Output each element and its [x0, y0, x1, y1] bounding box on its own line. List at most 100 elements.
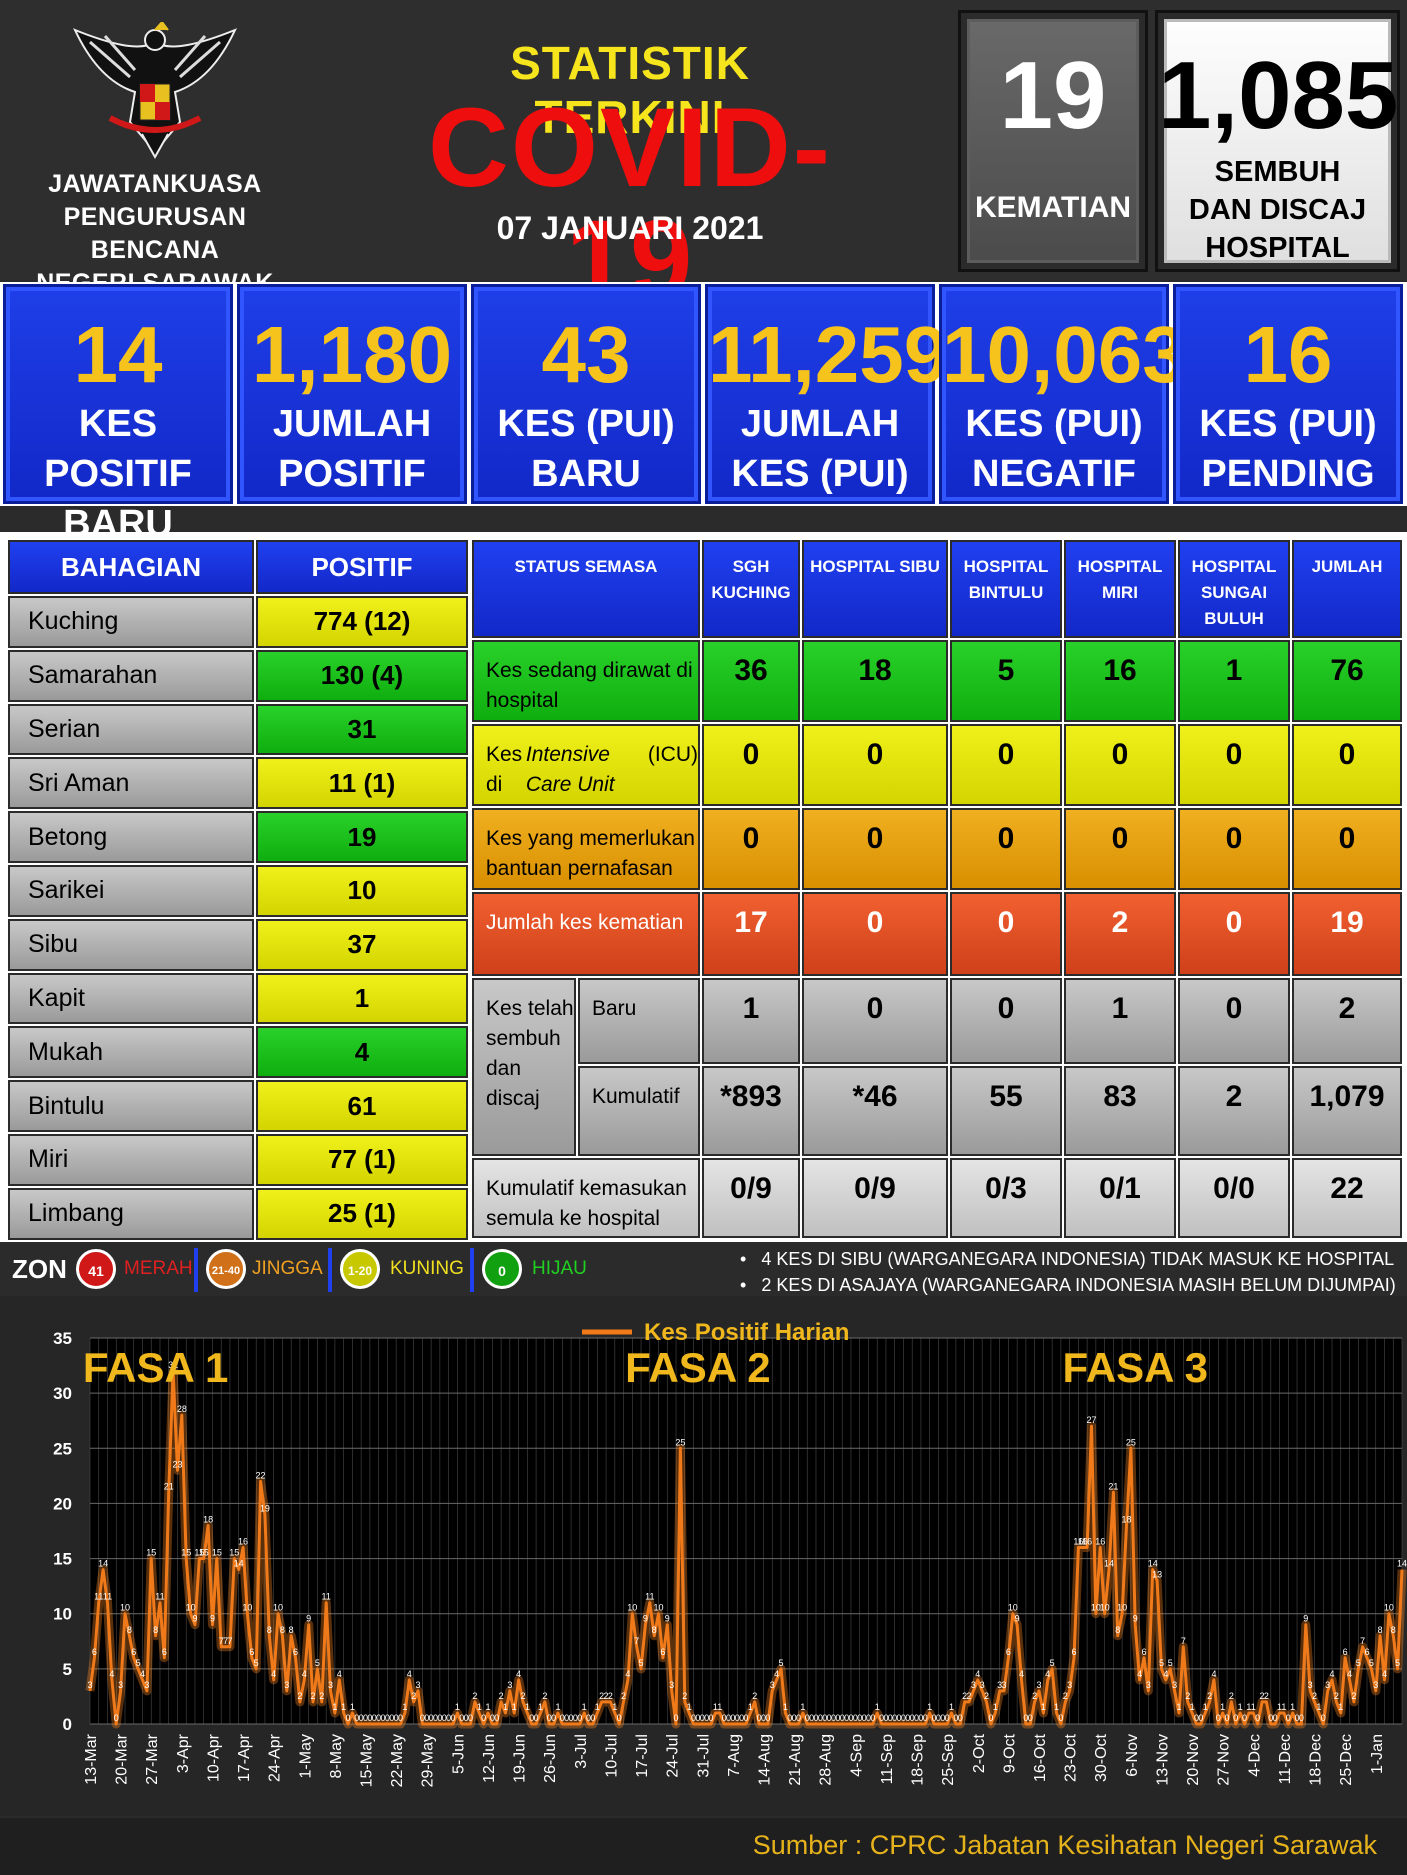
point-label: 14 [234, 1559, 244, 1569]
point-label: 0 [1225, 1713, 1230, 1723]
x-tick-label: 13-Nov [1154, 1734, 1171, 1786]
point-label: 1 [800, 1702, 805, 1712]
status-value-vent: 0 [1064, 808, 1176, 890]
point-label: 1 [555, 1702, 560, 1712]
point-label: 4 [1019, 1669, 1024, 1679]
point-label: 4 [625, 1669, 630, 1679]
point-label: 1 [525, 1702, 530, 1712]
zone-separator [470, 1248, 474, 1292]
deaths-box: 19 KEMATIAN [958, 10, 1148, 272]
status-value-new: 0 [802, 978, 948, 1064]
point-label: 0 [958, 1713, 963, 1723]
point-label: 0 [1299, 1713, 1304, 1723]
x-tick-label: 1-Jan [1369, 1734, 1386, 1774]
row-label-icu: Kes di Intensive Care Unit (ICU) [472, 724, 700, 806]
recovered-label: SEMBUH DAN DISCAJ HOSPITAL [1158, 153, 1397, 267]
point-label: 0 [923, 1713, 928, 1723]
zone-label: ZON [12, 1254, 67, 1284]
point-label: 1 [687, 1702, 692, 1712]
point-label: 1 [1220, 1702, 1225, 1712]
point-label: 15 [199, 1548, 209, 1558]
deaths-value: 19 [999, 42, 1107, 149]
stat-pending-pui: 16 KES (PUI) PENDING [1173, 284, 1403, 504]
status-value-cum: 83 [1064, 1066, 1176, 1156]
x-tick-label: 17-Jul [634, 1734, 651, 1778]
point-label: 8 [1391, 1625, 1396, 1635]
point-label: 0 [1233, 1713, 1238, 1723]
point-label: 7 [634, 1636, 639, 1646]
point-label: 4 [1045, 1669, 1050, 1679]
point-label: 6 [293, 1647, 298, 1657]
zone-orange-label: JINGGA [252, 1258, 323, 1279]
point-label: 0 [1242, 1713, 1247, 1723]
point-label: 10 [654, 1603, 664, 1613]
x-tick-label: 14-Aug [756, 1734, 773, 1786]
status-value-new: 0 [950, 978, 1062, 1064]
division-positive-value: 31 [256, 703, 468, 756]
point-label: 10 [242, 1603, 252, 1613]
point-label: 0 [494, 1713, 499, 1723]
point-label: 5 [1050, 1658, 1055, 1668]
point-label: 2 [297, 1691, 302, 1701]
row-label-new: Baru [578, 978, 700, 1064]
stat-label-line: JUMLAH [272, 403, 432, 445]
point-label: 18 [203, 1514, 213, 1524]
point-label: 2 [621, 1691, 626, 1701]
row-label-deaths: Jumlah kes kematian [472, 892, 700, 976]
point-label: 2 [1351, 1691, 1356, 1701]
point-label: 4 [109, 1669, 114, 1679]
point-label: 10 [120, 1603, 130, 1613]
x-tick-label: 4-Dec [1246, 1734, 1263, 1777]
division-positive-value: 10 [256, 865, 468, 917]
x-tick-label: 18-Sep [910, 1734, 927, 1786]
point-label: 1 [538, 1702, 543, 1712]
point-label: 0 [481, 1713, 486, 1723]
point-label: 15 [229, 1548, 239, 1558]
point-label: 3 [118, 1680, 123, 1690]
point-label: 1 [1316, 1702, 1321, 1712]
status-value-readmit: 0/9 [802, 1158, 948, 1238]
point-label: 4 [1330, 1669, 1335, 1679]
point-label: 5 [1369, 1658, 1374, 1668]
positive-header: POSITIF [256, 540, 468, 594]
total-header: JUMLAH [1292, 540, 1402, 638]
point-label: 5 [136, 1658, 141, 1668]
point-label: 0 [346, 1713, 351, 1723]
point-label: 6 [162, 1647, 167, 1657]
point-label: 1 [332, 1702, 337, 1712]
stat-label-line: POSITIF [278, 453, 426, 495]
division-positive-value: 37 [256, 918, 468, 971]
status-value-cum: 1,079 [1292, 1066, 1402, 1156]
icu-suffix: (ICU) [647, 743, 698, 766]
point-label: 9 [665, 1614, 670, 1624]
point-label: 0 [114, 1713, 119, 1723]
point-label: 8 [267, 1625, 272, 1635]
org-line: JAWATANKUASA [48, 170, 262, 198]
note-item: • 4 KES DI SIBU (WARGANEGARA INDONESIA) … [740, 1249, 1395, 1269]
point-label: 3 [1325, 1680, 1330, 1690]
x-tick-label: 18-Dec [1308, 1734, 1325, 1786]
point-label: 7 [1181, 1636, 1186, 1646]
point-label: 0 [534, 1713, 539, 1723]
hospital-sungai-buluh-header: HOSPITAL SUNGAI BULUH [1178, 540, 1290, 638]
status-value-treated: 36 [702, 640, 800, 722]
sarawak-crest-logo [73, 22, 237, 160]
point-label: 1 [717, 1702, 722, 1712]
division-name: Sarikei [8, 865, 254, 917]
point-label: 2 [499, 1691, 504, 1701]
tables-area: BAHAGIAN POSITIF Kuching 774 (12) Samaraha… [0, 532, 1407, 1242]
row-label-ventilator: Kes yang memerlukan bantuan pernafasan [472, 808, 700, 890]
x-tick-label: 30-Oct [1093, 1733, 1110, 1782]
stat-value: 14 [73, 310, 163, 399]
point-label: 5 [639, 1658, 644, 1668]
point-label: 4 [774, 1669, 779, 1679]
status-value-death: 2 [1064, 892, 1176, 976]
recovered-box: 1,085 SEMBUH DAN DISCAJ HOSPITAL [1155, 10, 1400, 272]
point-label: 10 [186, 1603, 196, 1613]
point-label: 9 [1015, 1614, 1020, 1624]
chart-svg: 0510152025303513-Mar 20-Mar 27-Mar 3-Apr 10-… [53, 1319, 1407, 1787]
point-label: 1 [1290, 1702, 1295, 1712]
x-tick-label: 3-Jul [573, 1734, 590, 1769]
row-label-treated: Kes sedang dirawat di hospital [472, 640, 700, 722]
zone-green-badge: 0 [482, 1249, 522, 1289]
